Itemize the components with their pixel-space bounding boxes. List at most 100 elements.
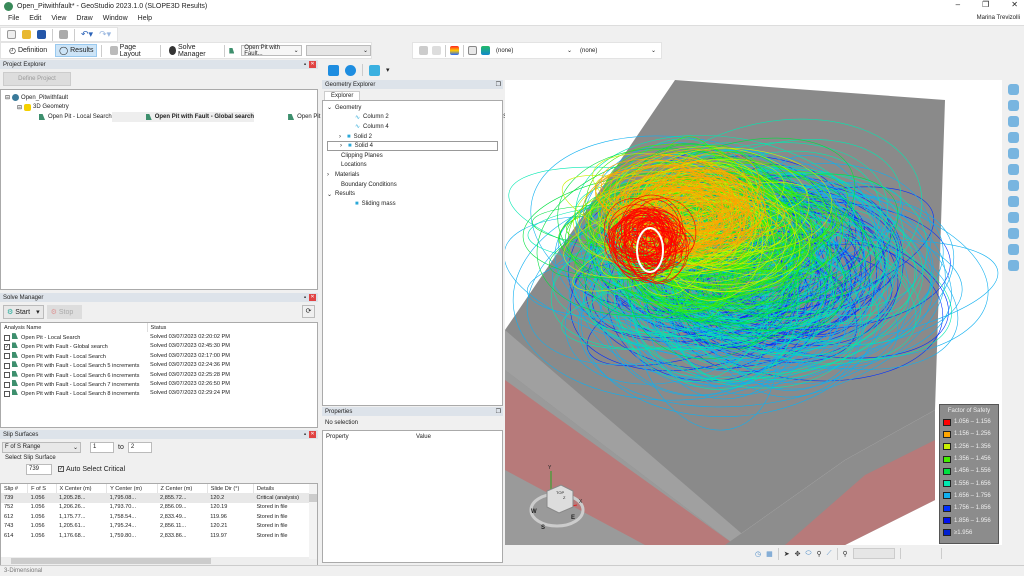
- chevron-down-icon[interactable]: ▾: [36, 308, 40, 316]
- secondary-select[interactable]: ⌄: [305, 45, 372, 56]
- view-top-icon[interactable]: [1007, 132, 1019, 143]
- table-row[interactable]: Open Pit with Fault - Local Search Solved…: [1, 351, 317, 360]
- row-checkbox[interactable]: ✓: [4, 343, 10, 350]
- orientation-cube[interactable]: Y X TOP W E S Z: [527, 465, 589, 535]
- solve-manager-button[interactable]: Solve Manager: [165, 42, 221, 60]
- new-icon[interactable]: [7, 30, 16, 39]
- legend-icon[interactable]: [481, 46, 490, 55]
- tree-analysis-item[interactable]: Open Pit - Local Search: [5, 112, 112, 122]
- tree-geometry[interactable]: ⊟ 3D Geometry: [5, 103, 313, 113]
- table-row[interactable]: Open Pit with Fault - Local Search 8 inc…: [1, 389, 317, 398]
- rotate-icon[interactable]: [1007, 164, 1019, 175]
- column-header[interactable]: F of S: [27, 484, 57, 494]
- close-icon[interactable]: ✕: [309, 294, 316, 301]
- menu-file[interactable]: File: [8, 15, 19, 22]
- slip-number-input[interactable]: 739: [26, 463, 52, 475]
- menu-help[interactable]: Help: [138, 15, 152, 22]
- table-row[interactable]: 739 1.056 1,205.28... 1,795.08... 2,855.72..…: [1, 493, 317, 503]
- analysis-select[interactable]: Open Pit with Fault... ⌄: [241, 45, 302, 57]
- view-front-icon[interactable]: [1007, 100, 1019, 111]
- vertical-scrollbar[interactable]: [309, 484, 317, 559]
- column-header[interactable]: Z Center (m): [157, 484, 208, 494]
- table-row[interactable]: Open Pit - Local Search Solved 03/07/2023…: [1, 332, 317, 341]
- define-project-button[interactable]: Define Project: [3, 72, 71, 86]
- sun-icon[interactable]: [1007, 212, 1019, 223]
- measure-icon[interactable]: ⟋: [827, 550, 832, 558]
- table-icon[interactable]: [419, 46, 428, 55]
- geometry-tree-item[interactable]: ∿ Column 4: [327, 122, 498, 132]
- close-button[interactable]: ✕: [1011, 0, 1018, 9]
- table-row[interactable]: 612 1.056 1,175.77... 1,758.54... 2,833.49..…: [1, 512, 317, 521]
- table-row[interactable]: Open Pit with Fault - Local Search 7 inc…: [1, 379, 317, 388]
- row-checkbox[interactable]: [4, 353, 10, 360]
- print-icon[interactable]: [59, 30, 68, 39]
- geometry-tree-item[interactable]: › ■ Solid 2: [327, 132, 498, 142]
- range-from-input[interactable]: 1: [90, 441, 114, 453]
- column-header[interactable]: Status: [147, 323, 317, 332]
- settings-icon[interactable]: [345, 64, 356, 76]
- select-icon[interactable]: ➤: [784, 550, 790, 558]
- geometry-tree-item[interactable]: › ■ Solid 4: [327, 141, 498, 151]
- table-row[interactable]: Open Pit with Fault - Local Search 6 inc…: [1, 370, 317, 379]
- column-header[interactable]: Details: [253, 484, 317, 494]
- grid-icon[interactable]: ▦: [766, 550, 773, 558]
- contour-select[interactable]: (none) ⌄: [494, 45, 574, 56]
- page-layout-button[interactable]: Page Layout: [106, 42, 155, 60]
- column-header[interactable]: X Center (m): [56, 484, 108, 494]
- refresh-button[interactable]: ⟳: [302, 305, 315, 318]
- start-button[interactable]: ⚙ Start ▾: [3, 305, 44, 319]
- menu-draw[interactable]: Draw: [76, 15, 92, 22]
- graph-icon[interactable]: [468, 46, 477, 55]
- column-header[interactable]: Y Center (m): [106, 484, 158, 494]
- horizontal-scrollbar[interactable]: [1, 557, 317, 565]
- geometry-tree-item[interactable]: ⌄ Results: [327, 189, 498, 199]
- menu-view[interactable]: View: [51, 15, 66, 22]
- row-checkbox[interactable]: [4, 381, 10, 388]
- orbit-icon[interactable]: ⬭: [805, 550, 811, 558]
- close-icon[interactable]: ✕: [309, 61, 316, 68]
- open-icon[interactable]: [22, 30, 31, 39]
- minimize-button[interactable]: –: [956, 0, 960, 9]
- restore-icon[interactable]: ❐: [496, 81, 501, 88]
- pin-icon[interactable]: ▪: [304, 432, 306, 438]
- geometry-tree-item[interactable]: Clipping Planes: [327, 151, 498, 161]
- geometry-tree-item[interactable]: ∿ Column 2: [327, 113, 498, 123]
- row-checkbox[interactable]: [4, 390, 10, 397]
- mesh-icon[interactable]: [1007, 180, 1019, 191]
- vector-select[interactable]: (none) ⌄: [578, 45, 658, 56]
- view-3d-icon[interactable]: [328, 64, 339, 76]
- close-icon[interactable]: ✕: [309, 431, 316, 438]
- globe-icon[interactable]: [1007, 228, 1019, 239]
- 3d-viewport[interactable]: Y X TOP W E S Z: [503, 80, 1002, 545]
- geometry-tree-item[interactable]: › Materials: [327, 170, 498, 180]
- geometry-tree-item[interactable]: ⌄ Geometry: [327, 103, 498, 113]
- menu-window[interactable]: Window: [103, 15, 128, 22]
- table-row[interactable]: ✓ Open Pit with Fault - Global search Solv…: [1, 342, 317, 351]
- column-header[interactable]: Slide Dir (°): [207, 484, 254, 494]
- clock-icon[interactable]: ◷: [755, 550, 761, 558]
- menu-edit[interactable]: Edit: [29, 15, 41, 22]
- contour-icon[interactable]: [450, 46, 459, 55]
- maximize-button[interactable]: ❐: [982, 0, 989, 9]
- zoom-icon[interactable]: ⚲: [816, 550, 821, 558]
- row-checkbox[interactable]: [4, 334, 10, 341]
- table-row[interactable]: Open Pit with Fault - Local Search 5 inc…: [1, 361, 317, 370]
- pin-icon[interactable]: ▪: [304, 295, 306, 301]
- row-checkbox[interactable]: [4, 362, 10, 369]
- range-type-select[interactable]: F of S Range ⌄: [2, 441, 81, 453]
- auto-select-checkbox[interactable]: ✓ Auto Select Critical: [58, 466, 125, 473]
- table-row[interactable]: 752 1.056 1,206.26... 1,793.70... 2,856.09..…: [1, 503, 317, 512]
- pan-icon[interactable]: ✥: [795, 550, 801, 558]
- column-header[interactable]: Slip #: [1, 484, 29, 494]
- column-header[interactable]: Analysis Name: [1, 323, 148, 333]
- range-to-input[interactable]: 2: [127, 441, 152, 453]
- light-icon[interactable]: [1007, 196, 1019, 207]
- row-checkbox[interactable]: [4, 372, 10, 379]
- tab-explorer[interactable]: Explorer: [324, 91, 361, 100]
- table-row[interactable]: 614 1.056 1,176.68... 1,759.80... 2,833.86..…: [1, 531, 317, 540]
- zoom-region-icon[interactable]: ⚲: [843, 550, 848, 558]
- eraser-icon[interactable]: [1007, 260, 1019, 271]
- undo-icon[interactable]: ↶▾: [81, 29, 93, 40]
- view-side-icon[interactable]: [1007, 116, 1019, 127]
- geometry-tree-item[interactable]: Locations: [327, 161, 498, 171]
